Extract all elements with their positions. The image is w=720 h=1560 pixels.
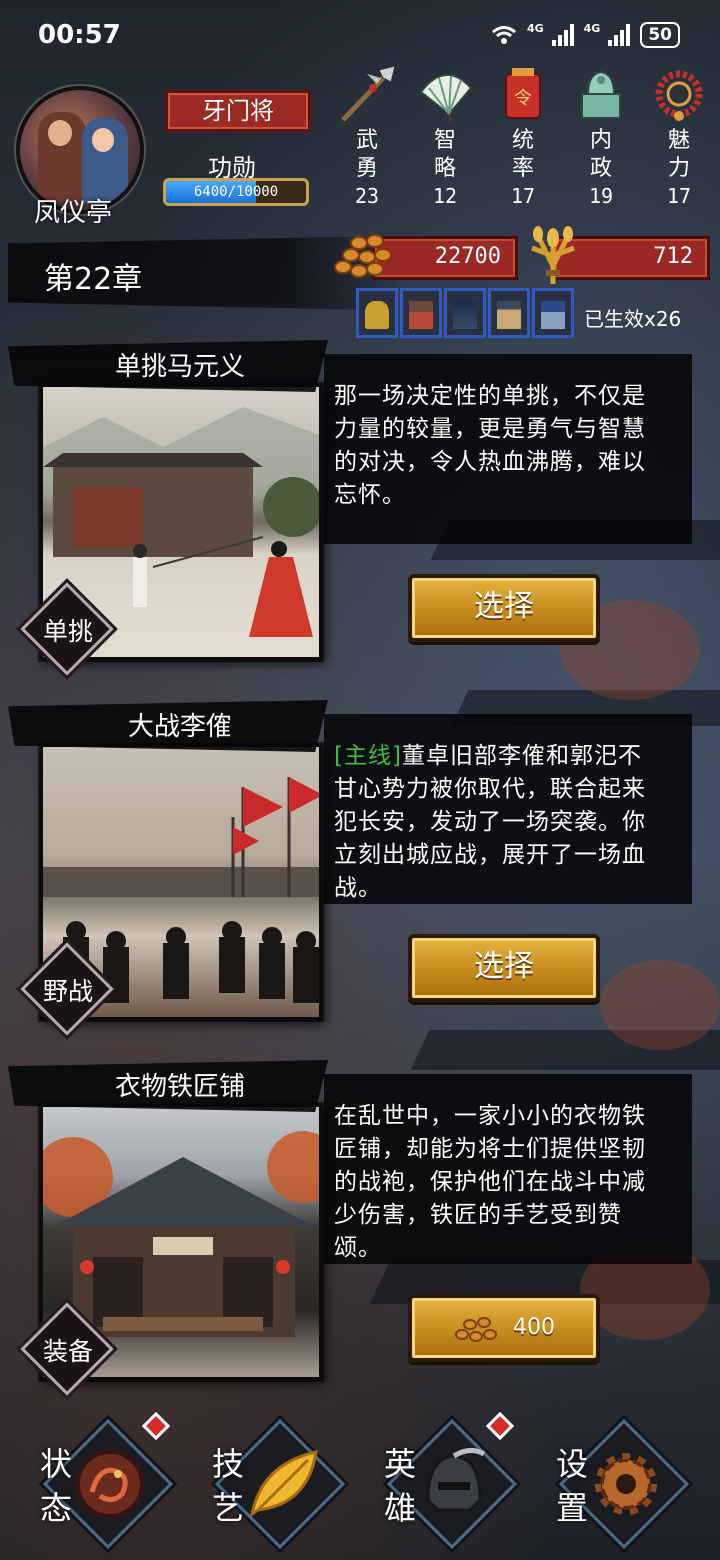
signal-icon-2 [608,24,631,46]
stat-command[interactable]: 令 统 率 17 [484,60,562,230]
coins-icon [453,1311,501,1345]
nav-skills[interactable]: 技艺 [182,1410,346,1550]
nav-label: 设置 [556,1445,589,1527]
stat-label-top: 武 [355,128,378,153]
attribute-stats: 武 勇 23 智 略 12 令 统 率 17 内 政 19 魅 力 17 [328,60,718,230]
event-type-badge: 单挑 [20,582,114,676]
stat-label-top: 魅 [667,128,690,153]
nav-label: 技艺 [212,1445,245,1527]
stat-label-top: 统 [511,128,534,153]
stat-value: 17 [666,184,692,208]
buff-count: 已生效x26 [584,307,682,331]
network-type-1: 4G [526,22,544,35]
stat-charm[interactable]: 魅 力 17 [640,60,718,230]
nav-label: 英雄 [384,1445,417,1527]
nav-heroes[interactable]: 英雄 [354,1410,518,1550]
event-title: 单挑马元义 [114,352,245,382]
player-name: 凤仪亭 [34,198,113,228]
event-type-badge: 野战 [20,942,114,1036]
building-buff-icon [400,288,442,338]
stat-label-bottom: 率 [511,156,534,181]
battery-icon: 50 [640,22,680,48]
wifi-icon [492,26,516,44]
merit-progress-text: 6400/10000 [193,184,279,200]
palace-buff-icon [532,288,574,338]
notification-badge [485,1411,515,1441]
nav-status[interactable]: 状态 [10,1410,174,1550]
coins-icon [330,230,396,286]
warrior-buff-icon [356,288,398,338]
stat-value: 19 [588,184,614,208]
event-type-label: 单挑 [42,617,93,646]
stat-label-top: 智 [433,128,456,153]
stat-intelligence[interactable]: 智 略 12 [406,60,484,230]
svg-text:令: 令 [514,88,532,109]
seal-icon [581,70,621,119]
event-title: 衣物铁匠铺 [114,1072,245,1102]
stat-politics[interactable]: 内 政 19 [562,60,640,230]
event-type-label: 装备 [42,1337,93,1366]
halberd-icon [341,65,396,122]
stat-value: 17 [510,184,536,208]
signal-icon-1 [551,24,574,46]
rank-badge: 牙门将 [165,90,311,132]
stat-label-bottom: 略 [433,156,456,181]
main-quest-tag: [主线] [334,743,402,769]
event-description: 在乱世中，一家小小的衣物铁匠铺，却能为将士们提供坚韧的战袍，保护他们在战斗中减少… [334,1103,646,1261]
event-description: 那一场决定性的单挑，不仅是力量的较量，更是勇气与智慧的对决，令人热血沸腾，难以忘… [334,383,646,508]
gear-icon [595,1453,657,1515]
bottom-navigation: 状态 技艺 英雄 设置 [0,1410,720,1560]
tower-buff-icon [488,288,530,338]
purchase-cost: 400 [513,1315,555,1340]
event-card: 那一场决定性的单挑，不仅是力量的较量，更是勇气与智慧的对决，令人热血沸腾，难以忘… [0,340,720,696]
night-buff-icon [444,288,486,338]
event-description: [主线]董卓旧部李傕和郭汜不甘心势力被你取代，联合起来犯长安，发动了一场突袭。你… [334,740,664,905]
stat-label-bottom: 力 [667,156,690,181]
dragon-medallion-icon [76,1450,144,1518]
clock: 00:57 [38,20,121,50]
stat-value: 12 [432,184,458,208]
purchase-button[interactable]: 400 [408,1294,600,1362]
necklace-icon [655,70,703,121]
merit-progress-bar: 6400/10000 [163,178,309,206]
helmet-icon [426,1448,486,1512]
event-card: [主线]董卓旧部李傕和郭汜不甘心势力被你取代，联合起来犯长安，发动了一场突袭。你… [0,700,720,1056]
stat-label-top: 内 [589,128,612,153]
stat-label-bottom: 勇 [355,156,378,181]
stat-force[interactable]: 武 勇 23 [328,60,406,230]
token-icon: 令 [505,68,541,119]
stat-value: 23 [354,184,380,208]
event-type-label: 野战 [42,977,93,1006]
event-type-badge: 装备 [20,1302,114,1396]
player-header: 凤仪亭 牙门将 功勋 6400/10000 武 勇 23 智 略 12 令 统 … [0,60,720,230]
nav-label: 状态 [40,1445,73,1527]
golden-leaf-icon [249,1450,318,1518]
choose-button[interactable]: 选择 [408,934,600,1002]
event-card: 在乱世中，一家小小的衣物铁匠铺，却能为将士们提供坚韧的战袍，保护他们在战斗中减少… [0,1060,720,1416]
notification-badge [141,1411,171,1441]
network-type-2: 4G [583,22,601,35]
chapter-title: 第22章 [44,262,143,297]
choose-button[interactable]: 选择 [408,574,600,642]
active-buffs[interactable] [356,288,574,338]
grain-icon [531,226,575,284]
event-title: 大战李傕 [127,712,232,742]
fan-icon [419,73,473,123]
stat-label-bottom: 政 [589,156,612,181]
nav-settings[interactable]: 设置 [526,1410,690,1550]
